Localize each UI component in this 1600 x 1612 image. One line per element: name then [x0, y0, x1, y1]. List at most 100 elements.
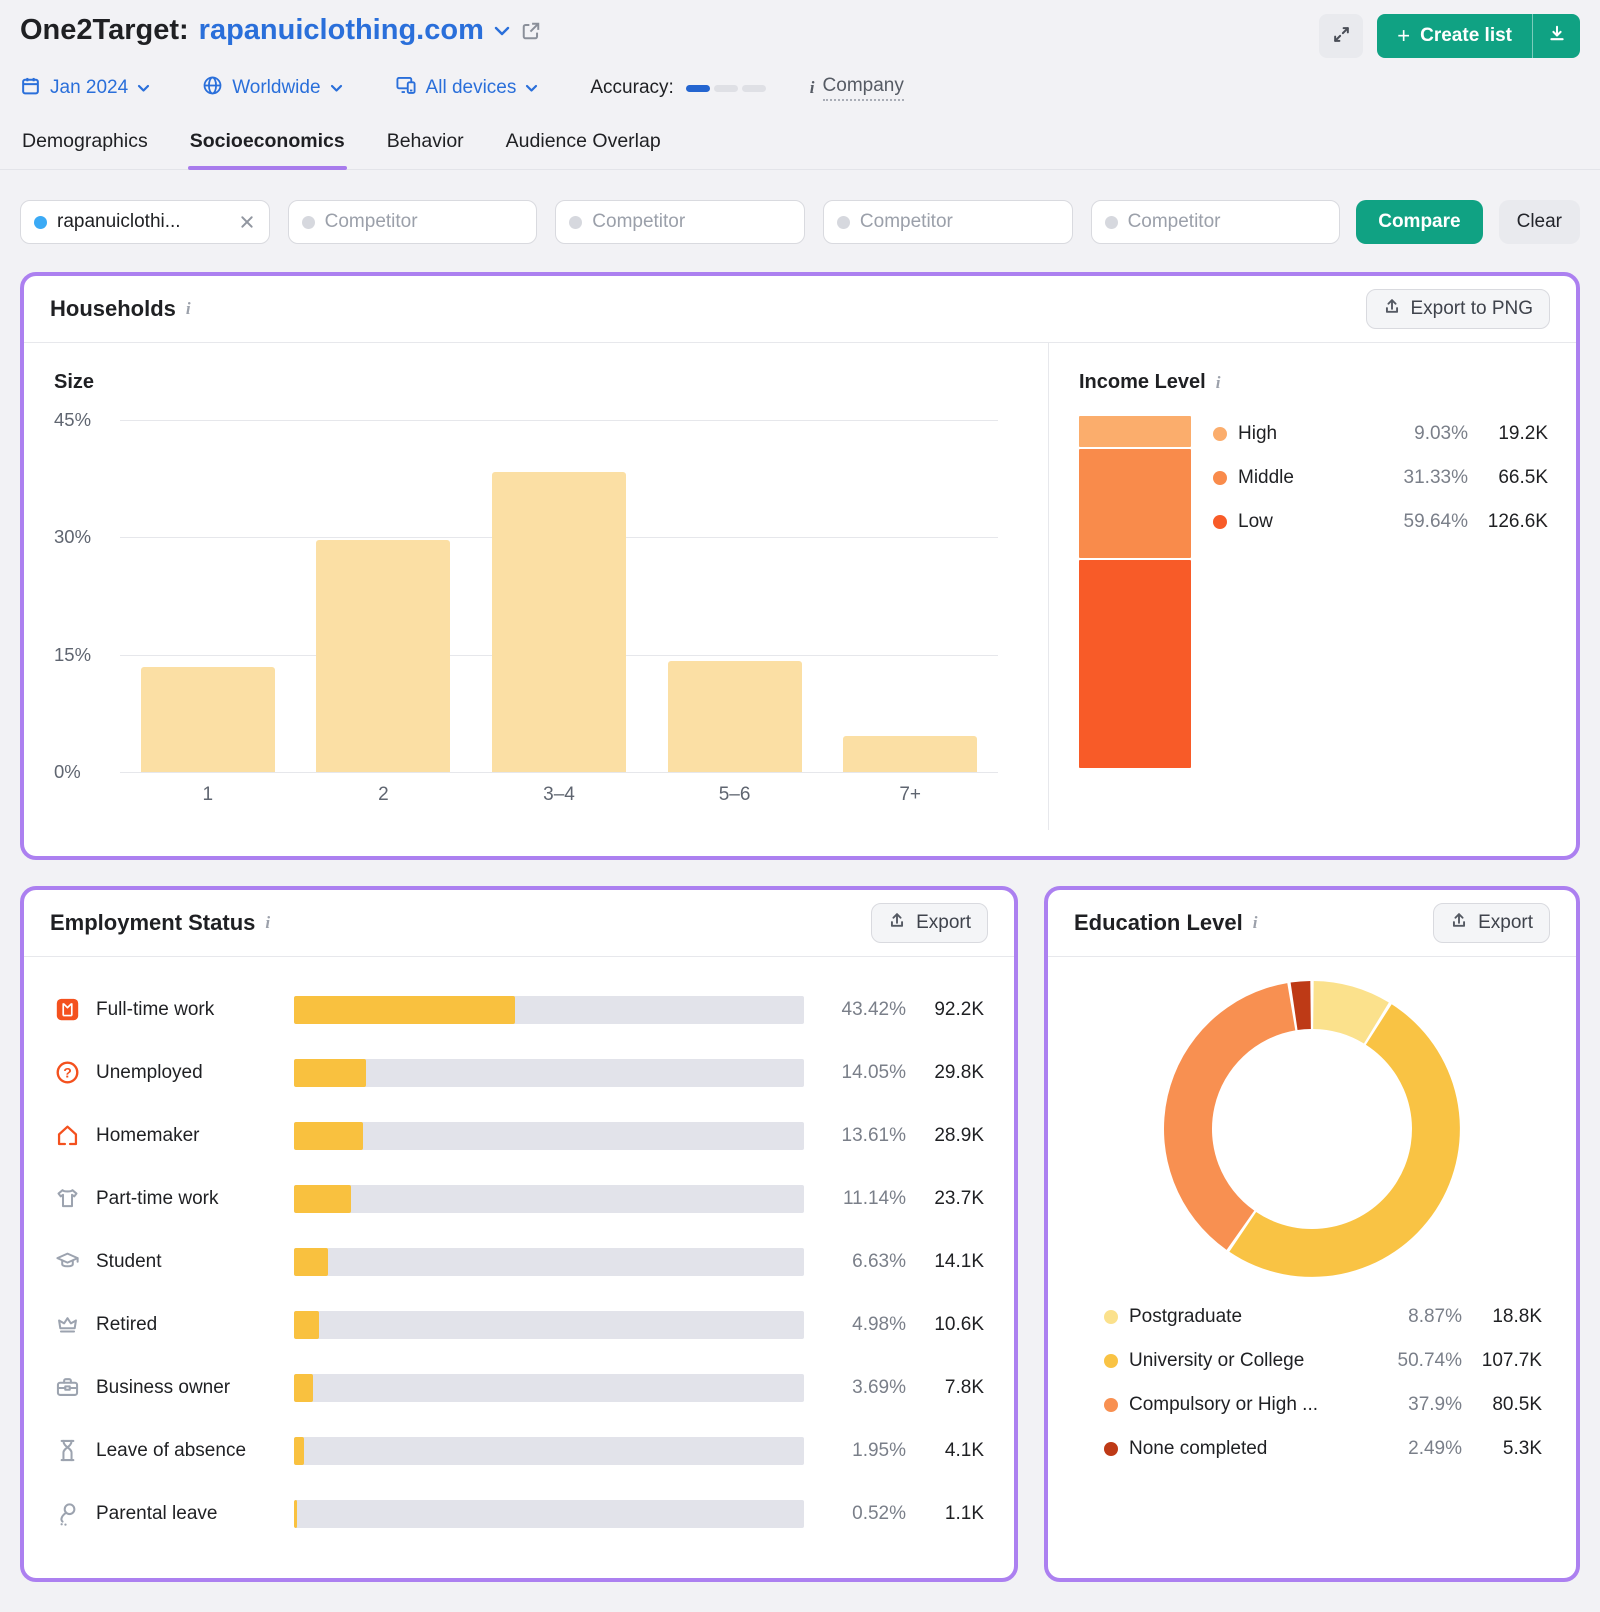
competitor-input[interactable]: Competitor: [555, 200, 805, 244]
y-axis-tick: 45%: [54, 409, 106, 431]
education-export-button[interactable]: Export: [1433, 903, 1550, 943]
one2target-page: One2Target: rapanuiclothing.com + Crea: [0, 0, 1600, 1612]
size-bar-5–6[interactable]: [668, 661, 802, 772]
legend-item-high: High9.03%19.2K: [1213, 420, 1548, 448]
employment-row: Parental leave0.52%1.1K: [54, 1491, 984, 1536]
page-title: One2Target: rapanuiclothing.com: [20, 14, 542, 47]
size-bar-3–4[interactable]: [492, 472, 626, 772]
education-export-label: Export: [1478, 912, 1533, 934]
employment-bar-fill: [294, 1500, 297, 1528]
x-axis-label: 1: [120, 784, 296, 806]
legend-label: None completed: [1129, 1438, 1370, 1460]
donut-slice-compulsory-or-high[interactable]: [1164, 983, 1295, 1250]
create-list-label: Create list: [1420, 25, 1512, 47]
download-button[interactable]: [1532, 14, 1580, 58]
employment-bar[interactable]: [294, 1185, 804, 1213]
devices-icon: [395, 74, 417, 102]
chevron-down-icon: [137, 77, 150, 99]
date-filter[interactable]: Jan 2024: [20, 75, 150, 102]
legend-count: 5.3K: [1462, 1438, 1542, 1460]
legend-count: 107.7K: [1462, 1350, 1542, 1372]
donut-slice-university-or-college[interactable]: [1229, 1004, 1460, 1277]
employment-bar[interactable]: [294, 1122, 804, 1150]
info-icon[interactable]: i: [1253, 913, 1258, 933]
employment-bar[interactable]: [294, 1500, 804, 1528]
tshirt-icon: [54, 1185, 84, 1212]
legend-percent: 50.74%: [1370, 1350, 1462, 1372]
legend-label: Middle: [1238, 467, 1376, 489]
page-title-group: One2Target: rapanuiclothing.com: [20, 14, 542, 47]
tab-behavior[interactable]: Behavior: [385, 126, 466, 169]
competitor-input[interactable]: Competitor: [1091, 200, 1341, 244]
accuracy-indicator: Accuracy:: [590, 77, 765, 99]
income-segment-high[interactable]: [1079, 416, 1191, 447]
accuracy-label: Accuracy:: [590, 77, 673, 99]
employment-label: Full-time work: [96, 999, 294, 1021]
employment-bar[interactable]: [294, 1059, 804, 1087]
size-bar-1[interactable]: [141, 667, 275, 772]
employment-percent: 1.95%: [804, 1440, 906, 1462]
upload-icon: [888, 911, 906, 935]
employment-percent: 14.05%: [804, 1062, 906, 1084]
bar-cell: [822, 420, 998, 772]
legend-count: 19.2K: [1468, 423, 1548, 445]
size-bar-2[interactable]: [316, 540, 450, 772]
expand-button[interactable]: [1319, 14, 1363, 58]
competitor-color-dot: [302, 216, 315, 229]
employment-bar[interactable]: [294, 1437, 804, 1465]
company-link-group: i Company: [810, 75, 904, 101]
external-link-icon[interactable]: [520, 20, 542, 42]
company-link[interactable]: Company: [823, 75, 904, 101]
legend-dot: [1104, 1354, 1118, 1368]
accuracy-pill: [714, 85, 738, 92]
households-header: Households i Export to PNG: [24, 276, 1576, 343]
selected-domain-chip[interactable]: rapanuiclothi...: [20, 200, 270, 244]
employment-bar[interactable]: [294, 1311, 804, 1339]
date-filter-value: Jan 2024: [50, 77, 128, 99]
legend-item-low: Low59.64%126.6K: [1213, 508, 1548, 536]
competitor-input[interactable]: Competitor: [288, 200, 538, 244]
devices-filter-value: All devices: [426, 77, 517, 99]
export-to-png-button[interactable]: Export to PNG: [1366, 289, 1551, 329]
employment-label: Parental leave: [96, 1503, 294, 1525]
income-segment-middle[interactable]: [1079, 449, 1191, 558]
devices-filter[interactable]: All devices: [395, 74, 539, 102]
income-legend: High9.03%19.2KMiddle31.33%66.5KLow59.64%…: [1213, 416, 1548, 768]
legend-dot: [1104, 1398, 1118, 1412]
target-domain-link[interactable]: rapanuiclothing.com: [199, 14, 484, 47]
competitor-placeholder: Competitor: [1128, 211, 1327, 233]
chevron-down-icon[interactable]: [494, 26, 510, 36]
tab-socioeconomics[interactable]: Socioeconomics: [188, 126, 347, 169]
compare-button[interactable]: Compare: [1356, 200, 1482, 244]
clear-button[interactable]: Clear: [1499, 200, 1580, 244]
region-filter[interactable]: Worldwide: [202, 75, 342, 102]
legend-percent: 2.49%: [1370, 1438, 1462, 1460]
employment-bar[interactable]: [294, 996, 804, 1024]
legend-label: Postgraduate: [1129, 1306, 1370, 1328]
x-axis-label: 3–4: [471, 784, 647, 806]
employment-bar-fill: [294, 1059, 366, 1087]
employment-row: Full-time work43.42%92.2K: [54, 987, 984, 1032]
tab-demographics[interactable]: Demographics: [20, 126, 150, 169]
expand-icon: [1332, 25, 1351, 47]
employment-count: 10.6K: [906, 1314, 984, 1336]
income-segment-low[interactable]: [1079, 560, 1191, 768]
employment-bar[interactable]: [294, 1374, 804, 1402]
tab-audience-overlap[interactable]: Audience Overlap: [504, 126, 663, 169]
household-size-chart: Size 0%15%30%45% 123–45–67+: [24, 343, 1048, 830]
info-icon[interactable]: i: [810, 78, 815, 98]
region-filter-value: Worldwide: [232, 77, 320, 99]
employment-label: Part-time work: [96, 1188, 294, 1210]
employment-export-button[interactable]: Export: [871, 903, 988, 943]
remove-domain-button[interactable]: [238, 213, 256, 231]
employment-bar[interactable]: [294, 1248, 804, 1276]
competitor-input[interactable]: Competitor: [823, 200, 1073, 244]
size-bar-7+[interactable]: [843, 736, 977, 772]
create-list-button[interactable]: + Create list: [1377, 14, 1532, 58]
competitor-inputs: rapanuiclothi... Competitor Competitor Comp…: [20, 200, 1340, 244]
info-icon[interactable]: i: [265, 913, 270, 933]
info-icon[interactable]: i: [1216, 373, 1221, 393]
upload-icon: [1450, 911, 1468, 935]
competitor-placeholder: Competitor: [592, 211, 791, 233]
info-icon[interactable]: i: [186, 299, 191, 319]
